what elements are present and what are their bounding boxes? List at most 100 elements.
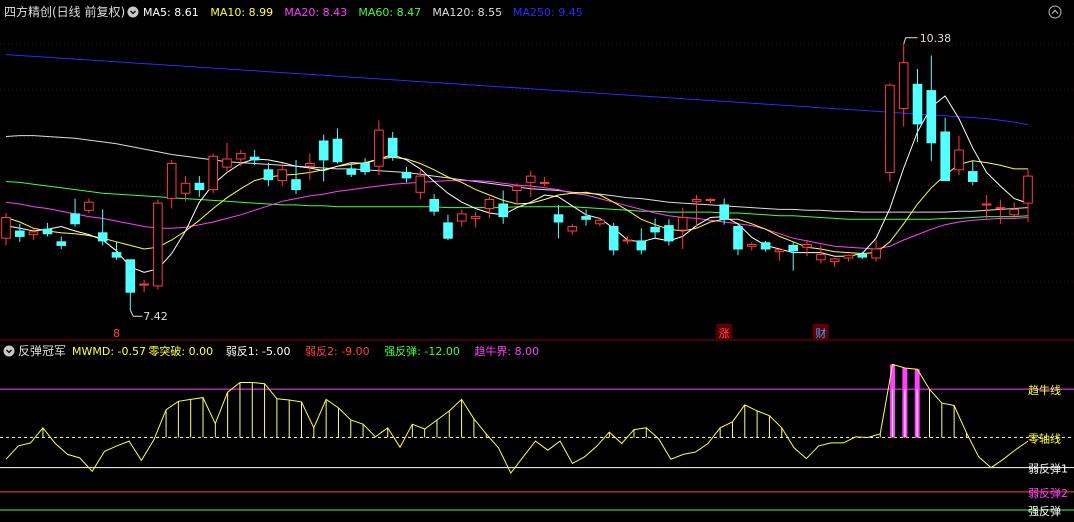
indicator-legend-item: 趋牛界: 8.00 xyxy=(474,344,539,358)
low-price-label: 7.42 xyxy=(143,310,168,323)
candle-body xyxy=(277,169,287,182)
candle-body xyxy=(401,172,412,179)
candle-body xyxy=(816,253,826,261)
candle-body xyxy=(788,244,799,252)
candle-body xyxy=(387,137,398,158)
candle-body xyxy=(968,171,978,183)
indicator-title: 反弹冠军 xyxy=(18,344,66,358)
candle-body xyxy=(1009,208,1020,216)
candle-body xyxy=(512,185,522,191)
candle-body xyxy=(719,204,730,220)
candle-body xyxy=(443,222,453,239)
candle-body xyxy=(153,202,163,287)
candle-body xyxy=(457,213,467,222)
indicator-legend-item: 零突破: 0.00 xyxy=(148,344,213,358)
gear-icon[interactable] xyxy=(127,6,139,18)
reference-line-label: 零轴线 xyxy=(1028,431,1061,445)
chevron-up-icon[interactable] xyxy=(1048,5,1062,19)
candle-body xyxy=(871,248,881,259)
indicator-reference-lines xyxy=(0,388,1074,511)
candle-body xyxy=(595,219,605,225)
candle-body xyxy=(733,226,743,250)
candle-body xyxy=(898,62,909,110)
chart-canvas[interactable]: 四方精创(日线 前复权) MA5: 8.61 MA10: 8.99 MA20: 8.… xyxy=(0,0,1074,518)
candle-body xyxy=(664,225,674,242)
candle-body xyxy=(553,214,564,223)
candle-body xyxy=(539,181,550,184)
main-legend: 四方精创(日线 前复权) MA5: 8.61 MA10: 8.99 MA20: 8.… xyxy=(4,4,1062,19)
candle-body xyxy=(139,283,149,286)
candle-body xyxy=(608,226,619,251)
indicator-line xyxy=(5,363,1029,475)
candle-body xyxy=(360,163,370,173)
indicator-legend-list: MWMD: -0.57 零突破: 0.00 弱反1: -5.00 弱反2: -9.00… xyxy=(72,344,539,358)
candle-body xyxy=(940,131,951,182)
event-markers: 8 涨 财 xyxy=(113,324,829,340)
event-marker[interactable]: 8 xyxy=(113,327,120,340)
candle-body xyxy=(180,182,191,194)
candle-body xyxy=(885,84,895,173)
candle-body xyxy=(581,216,591,220)
reference-line-labels: 趋牛线零轴线弱反弹1 弱反弹2 强反弹 xyxy=(1028,383,1068,518)
candle-body xyxy=(42,228,53,235)
candle-body xyxy=(125,259,136,293)
candle-body xyxy=(760,242,771,250)
indicator-legend-item: 强反弹: -12.00 xyxy=(384,344,460,358)
ma-legend-item: MA250: 9.45 xyxy=(513,6,583,19)
candle-body xyxy=(56,241,67,246)
candle-body xyxy=(705,199,716,201)
candle-body xyxy=(15,230,25,237)
candle-body xyxy=(318,140,329,161)
reference-line-label: 弱反弹2 xyxy=(1028,486,1068,500)
high-price-label: 10.38 xyxy=(920,32,952,45)
candle-body xyxy=(567,226,578,232)
reference-line-label: 弱反弹1 xyxy=(1028,462,1068,476)
candle-body xyxy=(84,201,94,211)
candle-body xyxy=(111,252,122,258)
candle-body xyxy=(429,199,439,212)
ma-legend-list: MA5: 8.61 MA10: 8.99 MA20: 8.43 MA60: 8.47 M… xyxy=(143,6,583,19)
mwmd-line xyxy=(5,363,1029,475)
ma-legend-item: MA120: 8.55 xyxy=(432,6,502,19)
candle-body xyxy=(305,163,315,167)
candle-body xyxy=(194,182,205,191)
candle-body xyxy=(636,240,647,251)
candle-body xyxy=(346,168,357,175)
candle-body xyxy=(415,175,426,193)
candle-body xyxy=(1023,175,1033,204)
event-marker[interactable]: 财 xyxy=(815,326,826,340)
candle-body xyxy=(498,203,508,218)
candle-body xyxy=(981,203,992,206)
indicator-legend-item: 弱反2: -9.00 xyxy=(305,345,370,358)
candle-body xyxy=(1,217,11,239)
candle-body xyxy=(829,258,840,263)
candle-body xyxy=(526,175,536,183)
price-annotations: 10.38 7.42 xyxy=(129,32,952,323)
candle-body xyxy=(995,207,1006,210)
candle-body xyxy=(843,254,854,259)
candle-body xyxy=(857,253,868,258)
indicator-legend-item: 弱反1: -5.00 xyxy=(226,345,291,358)
candle-body xyxy=(484,199,495,209)
candle-body xyxy=(222,158,232,168)
event-marker[interactable]: 涨 xyxy=(719,327,730,340)
candle-body xyxy=(166,163,177,200)
candle-body xyxy=(263,169,274,181)
candle-body xyxy=(954,149,964,171)
ma-legend-item: MA60: 8.47 xyxy=(358,6,421,19)
candlestick-series xyxy=(1,43,1033,311)
stock-chart-window: 四方精创(日线 前复权) MA5: 8.61 MA10: 8.99 MA20: 8.… xyxy=(0,0,1074,518)
ma-legend-item: MA20: 8.43 xyxy=(284,6,347,19)
indicator-legend: 反弹冠军 MWMD: -0.57 零突破: 0.00 弱反1: -5.00 弱反2: … xyxy=(3,344,539,358)
candle-body xyxy=(622,239,633,242)
candle-body xyxy=(802,244,812,248)
candle-body xyxy=(249,156,260,161)
candle-body xyxy=(774,249,785,253)
candle-body xyxy=(650,226,660,233)
candle-body xyxy=(926,90,937,144)
main-panel-title: 四方精创(日线 前复权) xyxy=(4,4,125,19)
high-pointer xyxy=(903,37,918,44)
candle-body xyxy=(28,231,39,236)
candle-body xyxy=(208,155,218,191)
gear-icon[interactable] xyxy=(3,345,15,357)
